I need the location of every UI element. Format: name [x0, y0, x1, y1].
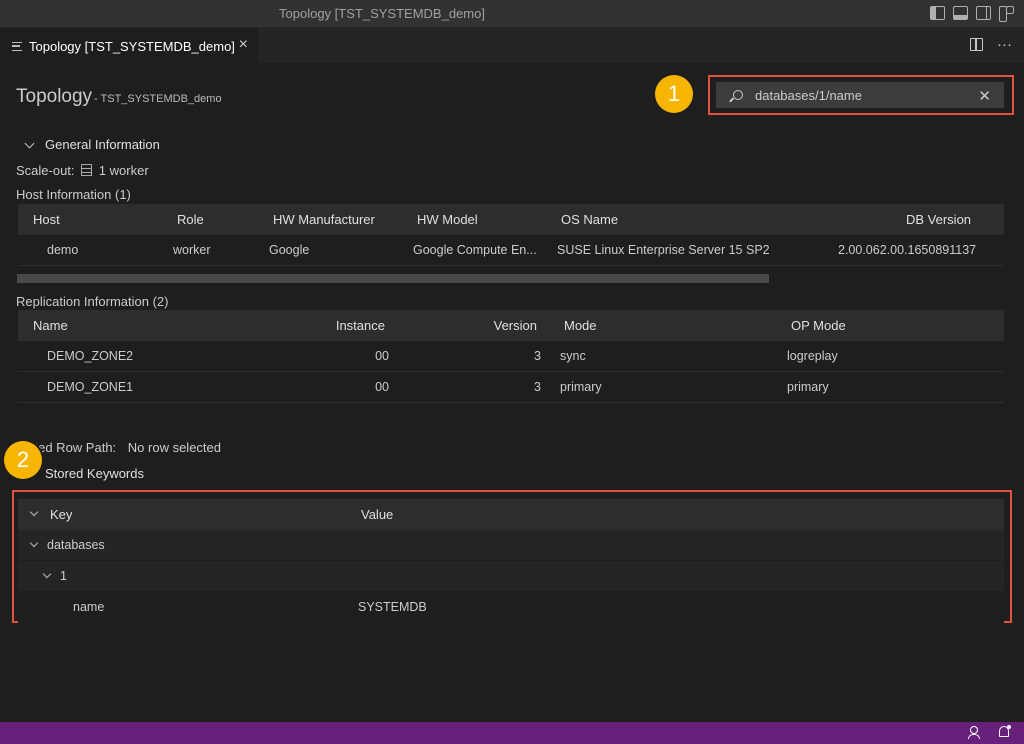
table-cell: 3 — [534, 349, 541, 363]
table-row[interactable]: demo worker Google Google Compute En... … — [18, 235, 1004, 266]
host-info-caption: Host Information (1) — [16, 187, 131, 202]
column-header[interactable]: DB Version — [906, 204, 971, 235]
selected-row-value: No row selected — [127, 440, 221, 455]
toggle-primary-sidebar-icon[interactable] — [930, 6, 945, 20]
table-cell: Google — [269, 243, 310, 257]
column-header[interactable]: HW Manufacturer — [273, 204, 375, 235]
clear-icon[interactable]: ✕ — [978, 87, 991, 105]
chevron-down-icon[interactable] — [29, 538, 39, 548]
editor-actions: ··· — [970, 36, 1012, 53]
horizontal-scrollbar[interactable] — [17, 274, 769, 283]
tab-topology[interactable]: Topology [TST_SYSTEMDB_demo] × — [0, 28, 258, 63]
table-row[interactable]: DEMO_ZONE1 00 3 primary primary — [18, 372, 1004, 403]
selected-row-label: cted Row Path: — [28, 440, 117, 455]
column-header[interactable]: OP Mode — [791, 310, 846, 341]
window-title: Topology [TST_SYSTEMDB_demo] — [279, 6, 485, 21]
column-header[interactable]: Version — [458, 310, 537, 341]
toggle-secondary-sidebar-icon[interactable] — [976, 6, 991, 20]
host-table-header: Host Role HW Manufacturer HW Model OS Na… — [18, 204, 1004, 235]
keywords-tree-table: Key Value databases 1 name SYSTEMDB — [18, 499, 1004, 623]
tree-row[interactable]: name SYSTEMDB — [18, 592, 1004, 623]
tree-row[interactable]: 1 — [18, 561, 1004, 592]
editor-tab-bar: Topology [TST_SYSTEMDB_demo] × ··· — [0, 28, 1024, 63]
more-actions-icon[interactable]: ··· — [997, 36, 1012, 53]
tree-key: name — [73, 600, 105, 614]
column-header[interactable]: Mode — [564, 310, 597, 341]
scale-out-label: Scale-out: — [16, 163, 75, 178]
status-bar — [0, 722, 1024, 744]
search-field[interactable]: ✕ — [716, 82, 1004, 108]
table-cell: demo — [47, 243, 79, 257]
tree-key: 1 — [60, 569, 67, 583]
stored-keywords-header[interactable]: Stored Keywords — [24, 466, 144, 481]
column-header[interactable]: Instance — [308, 310, 385, 341]
chevron-down-icon[interactable] — [42, 569, 52, 579]
column-header[interactable]: HW Model — [417, 204, 478, 235]
table-cell: logreplay — [787, 349, 838, 363]
close-icon[interactable]: × — [239, 37, 248, 53]
general-info-heading: General Information — [45, 137, 160, 152]
general-info-header[interactable]: General Information — [24, 137, 160, 152]
search-icon — [733, 90, 743, 100]
notifications-bell-icon[interactable] — [998, 725, 1011, 738]
column-header[interactable]: Host — [33, 204, 60, 235]
table-cell: primary — [787, 380, 829, 394]
column-header[interactable]: Name — [33, 310, 68, 341]
replication-info-caption: Replication Information (2) — [16, 294, 169, 309]
annotation-badge-2: 2 — [4, 441, 42, 479]
preview-icon — [12, 41, 22, 51]
scale-out-value: 1 worker — [98, 163, 149, 178]
accounts-feedback-icon[interactable] — [967, 725, 980, 739]
keywords-table-header: Key Value — [18, 499, 1004, 530]
toggle-panel-icon[interactable] — [953, 6, 968, 20]
chevron-down-icon — [24, 138, 35, 148]
table-cell: DEMO_ZONE1 — [47, 380, 134, 394]
table-cell: sync — [560, 349, 586, 363]
table-cell: 00 — [375, 349, 389, 363]
chevron-down-icon[interactable] — [29, 507, 39, 517]
host-table: Host Role HW Manufacturer HW Model OS Na… — [18, 204, 1004, 266]
column-header-value[interactable]: Value — [361, 499, 393, 530]
table-cell: primary — [560, 380, 602, 394]
annotation-badge-1: 1 — [655, 75, 693, 113]
page-title: Topology — [16, 86, 93, 107]
table-cell: worker — [173, 243, 211, 257]
replication-table-header: Name Instance Version Mode OP Mode — [18, 310, 1004, 341]
table-cell: Google Compute En... — [413, 243, 537, 257]
column-header[interactable]: Role — [177, 204, 204, 235]
table-cell: SUSE Linux Enterprise Server 15 SP2 — [557, 243, 770, 257]
table-cell: 2.00.062.00.1650891137 — [838, 243, 977, 257]
table-row[interactable]: DEMO_ZONE2 00 3 sync logreplay — [18, 341, 1004, 372]
table-cell: DEMO_ZONE2 — [47, 349, 134, 363]
server-icon — [81, 164, 93, 176]
replication-table: Name Instance Version Mode OP Mode DEMO_… — [18, 310, 1004, 403]
column-header-key[interactable]: Key — [50, 499, 72, 530]
tree-row[interactable]: databases — [18, 530, 1004, 561]
split-editor-icon[interactable] — [970, 38, 983, 51]
layout-controls — [930, 6, 1014, 22]
tab-label: Topology [TST_SYSTEMDB_demo] — [29, 38, 235, 54]
tree-key: databases — [47, 538, 105, 552]
title-bar: Topology [TST_SYSTEMDB_demo] — [0, 0, 1024, 28]
selected-row-path: cted Row Path: No row selected — [28, 440, 221, 455]
scale-out-line: Scale-out: 1 worker — [16, 163, 149, 178]
customize-layout-icon[interactable] — [999, 6, 1014, 22]
tree-value: SYSTEMDB — [358, 600, 427, 614]
table-cell: 00 — [375, 380, 389, 394]
status-bar-icons — [967, 725, 1011, 739]
page-subtitle: - TST_SYSTEMDB_demo — [94, 93, 222, 105]
stored-keywords-heading: Stored Keywords — [45, 466, 144, 481]
search-input[interactable] — [755, 87, 975, 103]
table-cell: 3 — [534, 380, 541, 394]
column-header[interactable]: OS Name — [561, 204, 618, 235]
